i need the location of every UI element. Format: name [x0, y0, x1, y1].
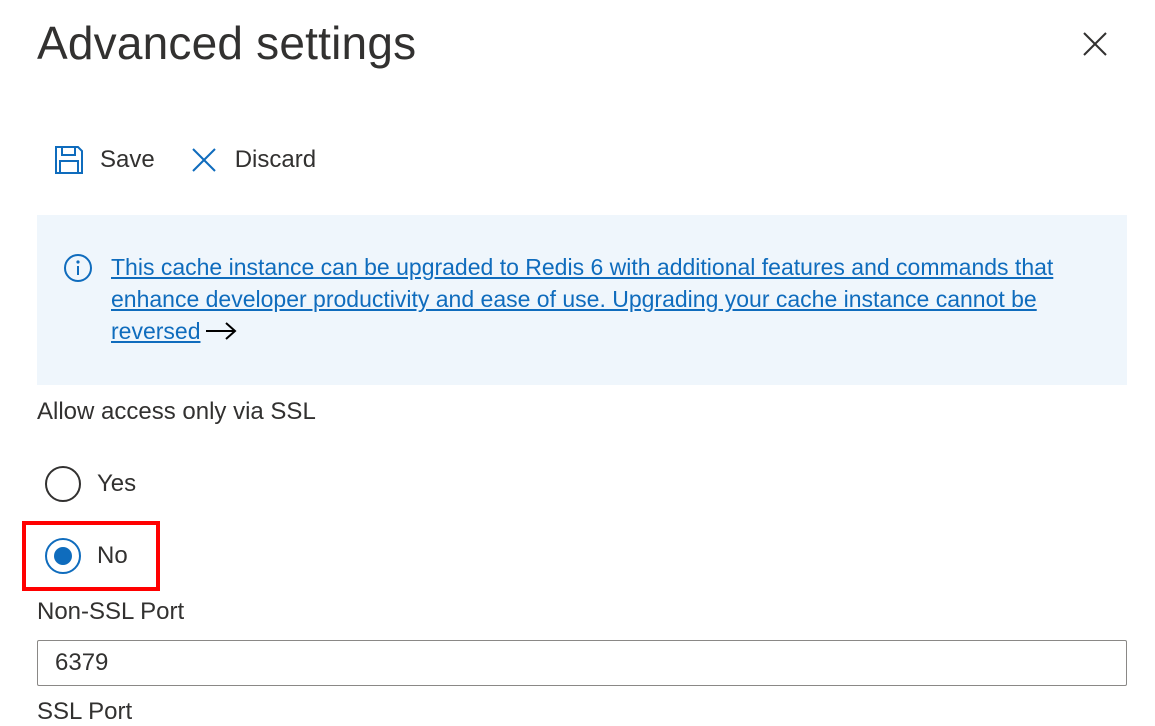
radio-yes[interactable]: Yes: [45, 466, 136, 502]
radio-yes-label: Yes: [97, 470, 137, 497]
page-title: Advanced settings: [37, 17, 417, 69]
save-icon: [52, 143, 86, 177]
upgrade-link[interactable]: This cache instance can be upgraded to R…: [111, 251, 1101, 349]
command-bar: Save Discard: [52, 140, 316, 180]
close-icon: [1083, 32, 1107, 56]
radio-no[interactable]: No: [45, 538, 128, 574]
arrow-right-icon: [204, 317, 238, 349]
ssl-access-label: Allow access only via SSL: [37, 398, 316, 425]
discard-button[interactable]: Discard: [187, 140, 316, 180]
info-message-bar: This cache instance can be upgraded to R…: [37, 215, 1127, 385]
close-button[interactable]: [1075, 24, 1115, 64]
radio-no-label: No: [97, 542, 128, 569]
discard-icon: [187, 143, 221, 177]
radio-no-circle[interactable]: [45, 538, 81, 574]
save-button[interactable]: Save: [52, 140, 155, 180]
save-label: Save: [100, 146, 155, 173]
radio-selected-dot: [54, 547, 72, 565]
ssl-port-label: SSL Port: [37, 698, 133, 725]
info-icon: [63, 253, 93, 283]
non-ssl-port-label: Non-SSL Port: [37, 598, 185, 625]
discard-label: Discard: [234, 146, 317, 173]
non-ssl-port-input[interactable]: [37, 640, 1127, 686]
radio-yes-circle[interactable]: [45, 466, 81, 502]
upgrade-link-text: This cache instance can be upgraded to R…: [111, 254, 1054, 344]
